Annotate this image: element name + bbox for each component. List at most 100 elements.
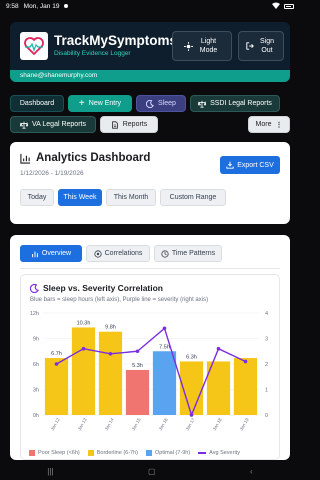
notification-icon xyxy=(64,4,69,8)
x-tick-label: Jan 14 xyxy=(104,417,115,432)
wifi-icon xyxy=(272,2,280,11)
user-email: shane@shanemurphy.com xyxy=(10,70,290,82)
nav-new-entry-label: New Entry xyxy=(88,100,122,107)
plus-icon: + xyxy=(78,97,85,109)
home-icon[interactable]: ▢ xyxy=(148,467,156,476)
export-csv-button[interactable]: Export CSV xyxy=(220,156,280,174)
y-left-tick-label: 9h xyxy=(33,337,39,343)
severity-point xyxy=(216,346,221,351)
y-left-tick-label: 12h xyxy=(30,311,39,317)
battery-icon xyxy=(284,3,294,9)
chart-subtitle: Blue bars = sleep hours (left axis), Pur… xyxy=(30,297,209,303)
app-logo xyxy=(20,32,48,60)
legend-label-severity: Avg Severity xyxy=(209,450,240,456)
bar-value-label: 7.5h xyxy=(159,344,170,350)
heart-pulse-icon xyxy=(24,37,44,56)
analytics-date-range: 1/12/2026 - 1/19/2026 xyxy=(20,170,84,177)
range-custom-label: Custom Range xyxy=(169,194,217,201)
app-subtitle: Disability Evidence Logger xyxy=(54,50,131,57)
legend-label-optimal: Optimal (7-9h) xyxy=(155,450,191,456)
nav-reports-button[interactable]: Reports xyxy=(100,116,158,133)
severity-point xyxy=(243,359,248,364)
system-nav-bar: ||| ▢ ‹ xyxy=(0,462,300,480)
document-icon xyxy=(111,120,118,129)
chart-title-text: Sleep vs. Severity Correlation xyxy=(43,283,163,293)
legend-item-optimal: Optimal (7-9h) xyxy=(146,450,190,456)
nav-dashboard-button[interactable]: Dashboard xyxy=(10,95,64,112)
nav-ssdi-label: SSDI Legal Reports xyxy=(210,100,272,107)
scale-icon xyxy=(20,121,29,129)
legend-item-severity: Avg Severity xyxy=(198,450,240,456)
nav-more-button[interactable]: More ⋮ xyxy=(248,116,290,133)
severity-point xyxy=(162,326,167,331)
bar-chart-icon xyxy=(32,251,38,257)
x-tick-label: Jan 12 xyxy=(50,417,61,432)
nav-ssdi-reports-button[interactable]: SSDI Legal Reports xyxy=(190,95,280,112)
chart-bar xyxy=(98,331,123,415)
legend-item-poor: Poor Sleep (<6h) xyxy=(29,450,80,456)
legend-swatch-borderline xyxy=(87,450,94,456)
chart-plot: 0h 3h 6h 9h 12h 0 1 2 3 4 6.7h Jan 12 10.3h Jan 13 9.8… xyxy=(30,311,268,432)
severity-point xyxy=(54,362,59,366)
range-this-week-button[interactable]: This Week xyxy=(58,189,102,206)
legend-label-poor: Poor Sleep (<6h) xyxy=(38,450,80,456)
nav-more-label: More xyxy=(255,121,272,128)
nav-new-entry-button[interactable]: + New Entry xyxy=(68,95,132,112)
download-icon xyxy=(226,161,234,169)
target-icon xyxy=(94,249,102,258)
range-this-month-button[interactable]: This Month xyxy=(106,189,156,206)
x-tick-label: Jan 16 xyxy=(158,417,169,432)
x-tick-label: Jan 18 xyxy=(212,417,223,432)
back-icon[interactable]: ‹ xyxy=(250,467,253,476)
status-time: 9:58 xyxy=(6,2,19,10)
y-right-tick-label: 3 xyxy=(265,337,268,343)
tab-overview-label: Overview xyxy=(41,250,72,257)
y-left-tick-label: 3h xyxy=(33,388,39,394)
nav-reports-label: Reports xyxy=(122,121,148,128)
sign-out-button[interactable]: Sign Out xyxy=(238,31,284,61)
y-right-tick-label: 4 xyxy=(265,311,268,317)
x-tick-label: Jan 19 xyxy=(239,417,250,432)
bar-chart-icon xyxy=(20,153,31,164)
overview-card: Overview Correlations Time Patterns Slee… xyxy=(10,235,290,460)
x-tick-label: Jan 15 xyxy=(131,417,142,432)
tab-correlations[interactable]: Correlations xyxy=(86,245,150,262)
moon-icon xyxy=(30,283,39,293)
tab-divider xyxy=(20,268,280,269)
nav-va-reports-button[interactable]: VA Legal Reports xyxy=(10,116,96,133)
export-csv-label: Export CSV xyxy=(237,161,274,169)
legend-item-borderline: Borderline (6-7h) xyxy=(87,450,138,456)
range-custom-button[interactable]: Custom Range xyxy=(160,189,226,206)
chart-bar xyxy=(233,358,258,415)
x-tick-label: Jan 13 xyxy=(77,417,88,432)
severity-point xyxy=(81,346,86,351)
severity-point xyxy=(108,352,113,356)
light-mode-label: Light Mode xyxy=(199,37,218,54)
tab-overview[interactable]: Overview xyxy=(20,245,82,262)
nav-sleep-button[interactable]: Sleep xyxy=(136,95,186,112)
y-left-tick-label: 0h xyxy=(33,413,39,419)
range-today-button[interactable]: Today xyxy=(20,189,54,206)
chart-bar xyxy=(152,351,177,415)
range-this-week-label: This Week xyxy=(63,194,97,201)
tab-time-patterns[interactable]: Time Patterns xyxy=(154,245,222,262)
app-header: TrackMySymptoms Disability Evidence Logg… xyxy=(10,22,290,82)
chart-bar xyxy=(44,358,69,415)
chart-title: Sleep vs. Severity Correlation xyxy=(30,283,163,293)
tab-time-patterns-label: Time Patterns xyxy=(171,250,216,257)
sign-out-icon xyxy=(246,42,254,50)
y-right-tick-label: 1 xyxy=(265,388,268,394)
recent-apps-icon[interactable]: ||| xyxy=(47,467,53,476)
bar-value-label: 9.8h xyxy=(105,325,116,331)
analytics-title-text: Analytics Dashboard xyxy=(36,152,151,164)
chart-bar xyxy=(125,369,150,415)
scale-icon xyxy=(198,100,207,108)
bar-value-label: 6.3h xyxy=(186,354,197,360)
light-mode-button[interactable]: Light Mode xyxy=(172,31,232,61)
severity-point xyxy=(189,413,194,417)
sun-icon xyxy=(183,41,193,51)
status-bar: 9:58 Mon, Jan 19 xyxy=(0,0,300,12)
legend-swatch-severity xyxy=(198,452,207,454)
legend-swatch-optimal xyxy=(146,450,153,456)
legend-swatch-poor xyxy=(29,450,35,456)
